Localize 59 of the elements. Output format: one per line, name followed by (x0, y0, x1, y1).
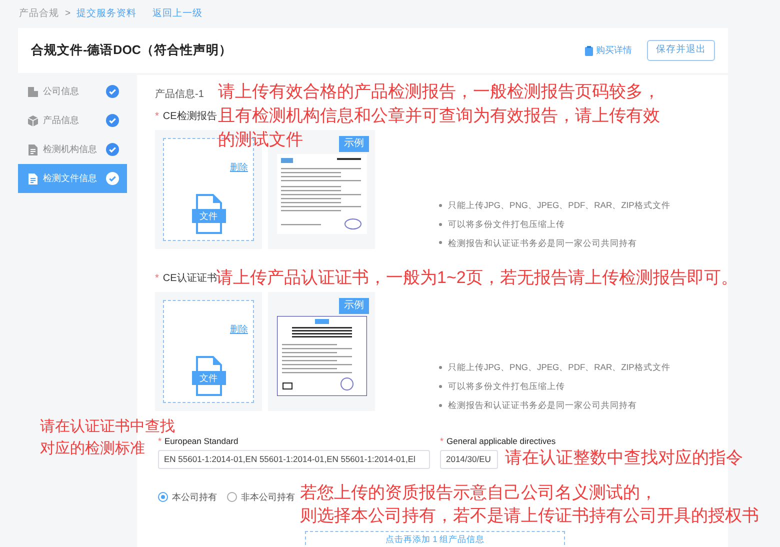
save-exit-button[interactable]: 保存并退出 (647, 40, 715, 61)
section-title: 产品信息-1 (155, 88, 204, 102)
clipboard-icon (585, 46, 593, 56)
file-label: 文件 (192, 209, 226, 224)
tip-text: 可以将多份文件打包压缩上传 (448, 380, 565, 393)
breadcrumb-link[interactable]: 产品合规 (19, 6, 59, 22)
purchase-details-link[interactable]: 购买详情 (585, 44, 632, 58)
back-link[interactable]: 返回上一级 (152, 6, 203, 22)
sidebar-label: 检测文件信息 (43, 172, 98, 185)
page-title: 合规文件-德语DOC（符合性声明） (31, 42, 232, 60)
field-label: European Standard (164, 435, 238, 448)
box-icon (27, 114, 39, 126)
field-value: 2014/30/EU (446, 452, 491, 466)
required-asterisk: * (158, 434, 162, 448)
annotation-text: 请在认证证书中查找 (40, 417, 175, 437)
tip-text: 可以将多份文件打包压缩上传 (448, 218, 565, 230)
annotation-text: 若您上传的资质报告示意自己公司名义测试的， (300, 482, 657, 504)
add-product-button[interactable]: 点击再添加 1 组产品信息 (305, 531, 565, 545)
field-label: General applicable directives (446, 435, 556, 448)
radio-button[interactable] (158, 492, 168, 502)
breadcrumb-link[interactable]: 提交服务资料 (76, 6, 137, 22)
tip-text: 检测报告和认证证书务必是同一家公司共同持有 (448, 398, 637, 412)
document-icon (27, 172, 39, 184)
breadcrumb-separator: > (65, 6, 71, 21)
annotation-text: 对应的检测标准 (40, 439, 145, 459)
tip-text: 只能上传JPG、PNG、JPEG、PDF、RAR、ZIP格式文件 (448, 361, 670, 374)
radio-option[interactable]: 非本公司持有 (227, 490, 295, 504)
annotation-text: 则选择本公司持有，若不是请上传证书持有公司开具的授权书 (300, 505, 759, 527)
required-asterisk: * (440, 434, 444, 448)
field-value: EN 55601-1:2014-01,EN 55601-1:2014-01,EN 55601-1:2014-01,El (164, 452, 416, 466)
sidebar-item[interactable]: 公司信息 (18, 77, 127, 106)
upload-label: CE检测报告 (162, 110, 217, 124)
required-asterisk: * (155, 272, 159, 286)
tip-text: 检测报告和认证证书务必是同一家公司共同持有 (448, 236, 637, 250)
required-asterisk: * (155, 110, 159, 124)
radio-button[interactable] (227, 492, 237, 502)
radio-option[interactable]: 本公司持有 (158, 490, 217, 504)
sidebar-label: 检测机构信息 (43, 142, 98, 156)
document-icon (27, 144, 39, 156)
delete-link[interactable]: 删除 (230, 160, 248, 174)
tip-text: 只能上传JPG、PNG、JPEG、PDF、RAR、ZIP格式文件 (448, 199, 670, 212)
building-icon (27, 86, 39, 98)
text-field[interactable]: 2014/30/EU (440, 450, 498, 468)
text-field[interactable]: EN 55601-1:2014-01,EN 55601-1:2014-01,EN 55601-1:2014-01,El (158, 450, 430, 468)
sidebar-label: 产品信息 (43, 114, 80, 127)
file-label: 文件 (192, 371, 226, 386)
annotation-text: 请在认证整数中查找对应的指令 (505, 447, 743, 469)
sidebar-item[interactable]: 检测机构信息 (18, 135, 127, 164)
annotation-text: 请上传产品认证证书，一般为1~2页，若无报告请上传检测报告即可。 (216, 267, 738, 289)
sample-badge: 示例 (339, 136, 369, 152)
annotation-text: 的测试文件 (218, 129, 303, 151)
annotation-text: 且有检测机构信息和公章并可查询为有效报告，请上传有效 (218, 105, 660, 127)
sidebar-item[interactable]: 产品信息 (18, 106, 127, 135)
delete-link[interactable]: 删除 (230, 322, 248, 336)
annotation-text: 请上传有效合格的产品检测报告，一般检测报告页码较多， (218, 81, 660, 103)
upload-label: CE认证证书 (162, 272, 217, 284)
sample-badge: 示例 (339, 298, 369, 314)
sidebar-label: 公司信息 (43, 84, 80, 98)
sidebar-item[interactable]: 检测文件信息 (18, 164, 127, 193)
